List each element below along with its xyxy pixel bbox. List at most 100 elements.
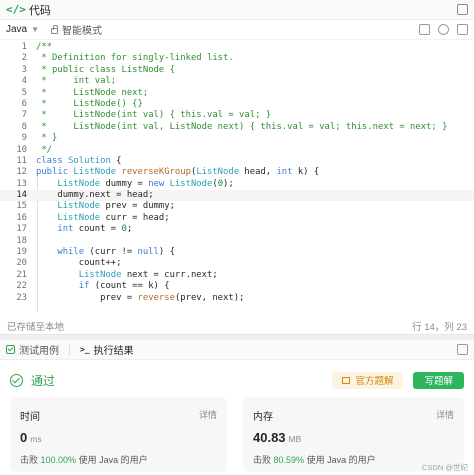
code-panel: </> 代码 Java ▼ 智能模式 1/** 2 * Definition fo…	[0, 0, 474, 335]
code-line[interactable]: 23 prev = reverse(prev, next);	[0, 293, 474, 304]
code-line[interactable]: 7 * ListNode(int val) { this.val = val; …	[0, 110, 474, 121]
code-line[interactable]: 14 dummy.next = head;	[0, 190, 474, 202]
code-text: public ListNode reverseKGroup(ListNode h…	[36, 167, 320, 178]
smart-mode-label: 智能模式	[62, 26, 103, 37]
line-number: 13	[16, 178, 27, 189]
write-solution-label: 写题解	[424, 376, 453, 387]
expand-icon[interactable]	[457, 344, 468, 355]
line-number: 14	[16, 190, 27, 201]
tab-run-result[interactable]: >_ 执行结果	[80, 342, 134, 357]
code-line[interactable]: 5 * ListNode next;	[0, 88, 474, 99]
result-status-row: 通过 官方题解 写题解	[10, 370, 464, 390]
code-text: * ListNode next;	[36, 87, 149, 98]
runtime-detail-link[interactable]: 详情	[199, 408, 217, 421]
code-text: * public class ListNode {	[36, 64, 175, 75]
line-number: 22	[16, 281, 27, 292]
code-line[interactable]: 13 ListNode dummy = new ListNode(0);	[0, 179, 474, 190]
code-line[interactable]: 3 * public class ListNode {	[0, 65, 474, 76]
code-line[interactable]: 10 */	[0, 145, 474, 156]
code-text: if (count == k) {	[78, 281, 170, 292]
runtime-label: 时间	[20, 412, 40, 423]
line-number: 21	[16, 269, 27, 280]
save-status: 已存储至本地	[7, 322, 65, 333]
code-line[interactable]: 20 count++;	[0, 258, 474, 269]
code-text: while (curr != null) {	[57, 247, 175, 258]
code-text: class Solution {	[36, 155, 122, 166]
editor-status-bar: 已存储至本地 行 14，列 23	[0, 318, 474, 334]
line-number: 7	[21, 110, 27, 121]
terminal-icon: >_	[80, 345, 90, 354]
result-tabs: 测试用例 >_ 执行结果	[0, 340, 474, 360]
code-line[interactable]: 8 * ListNode(int val, ListNode next) { t…	[0, 122, 474, 133]
code-line[interactable]: 6 * ListNode() {}	[0, 99, 474, 110]
language-select[interactable]: Java ▼	[6, 24, 39, 35]
write-solution-button[interactable]: 写题解	[413, 371, 464, 389]
memory-detail-link[interactable]: 详情	[436, 408, 454, 421]
code-text: * Definition for singly-linked list.	[36, 53, 234, 64]
code-text: count++;	[36, 258, 122, 269]
code-line[interactable]: 4 * int val;	[0, 76, 474, 87]
code-line[interactable]: 22 if (count == k) {	[0, 281, 474, 292]
line-number: 2	[21, 53, 27, 64]
line-number: 1	[21, 42, 27, 52]
chevron-down-icon: ▼	[31, 25, 40, 34]
code-line[interactable]: 19 while (curr != null) {	[0, 247, 474, 258]
code-line[interactable]: 15 ListNode prev = dummy;	[0, 201, 474, 212]
reset-icon[interactable]	[438, 24, 449, 35]
line-number: 15	[16, 201, 27, 212]
line-number: 23	[16, 292, 27, 303]
code-text: prev = reverse(prev, next);	[36, 292, 245, 303]
line-number: 4	[21, 76, 27, 87]
line-number: 12	[16, 167, 27, 178]
result-status: 通过	[31, 373, 56, 388]
runtime-value: 0	[20, 430, 28, 445]
line-number: 20	[16, 258, 27, 269]
tab-test-cases-label: 测试用例	[19, 346, 59, 357]
code-line[interactable]: 2 * Definition for singly-linked list.	[0, 53, 474, 64]
code-line[interactable]: 12 public ListNode reverseKGroup(ListNode…	[0, 167, 474, 178]
checkbox-icon	[6, 345, 15, 354]
runtime-beats-prefix: 击败	[20, 455, 39, 465]
book-icon	[342, 376, 351, 384]
cursor-position: 行 14，列 23	[412, 322, 467, 333]
expand-icon[interactable]	[457, 24, 468, 35]
line-number: 9	[21, 133, 27, 144]
memory-card[interactable]: 内存 详情 40.83 MB 击败 80.59% 使用 Java 的用户	[243, 397, 464, 472]
bookmark-icon[interactable]	[419, 24, 430, 35]
language-label: Java	[6, 24, 28, 35]
official-solution-label: 官方题解	[355, 376, 394, 387]
code-line[interactable]: 21 ListNode next = curr.next;	[0, 270, 474, 281]
code-text: * ListNode(int val, ListNode next) { thi…	[36, 121, 448, 132]
result-panel: 测试用例 >_ 执行结果 通过 官方题解 写题解 时间 详情 0 ms 击败 10…	[0, 340, 474, 475]
tab-test-cases[interactable]: 测试用例	[6, 342, 59, 357]
watermark: CSDN @世纪	[422, 463, 468, 472]
code-line[interactable]: 16 ListNode curr = head;	[0, 213, 474, 224]
code-line[interactable]: 11 class Solution {	[0, 156, 474, 167]
code-line[interactable]: 1 /**	[0, 42, 474, 53]
code-line[interactable]: 9 * }	[0, 133, 474, 144]
line-number: 19	[16, 247, 27, 258]
smart-mode-toggle[interactable]: 智能模式	[51, 22, 102, 37]
lock-icon	[51, 25, 59, 34]
code-line[interactable]: 18	[0, 236, 474, 247]
code-text: dummy.next = head;	[36, 190, 154, 201]
code-icon: </>	[6, 3, 26, 16]
code-text: ListNode dummy = new ListNode(0);	[57, 178, 234, 189]
code-text: * ListNode() {}	[36, 98, 143, 109]
code-editor[interactable]: 1/** 2 * Definition for singly-linked lis…	[0, 42, 474, 312]
official-solution-button[interactable]: 官方题解	[332, 371, 404, 389]
runtime-beats-pct: 100.00%	[40, 455, 77, 465]
memory-beats-suffix: 使用 Java 的用户	[306, 455, 376, 465]
runtime-card[interactable]: 时间 详情 0 ms 击败 100.00% 使用 Java 的用户	[10, 397, 227, 472]
code-text: int count = 0;	[57, 224, 133, 235]
code-text: ListNode curr = head;	[57, 212, 170, 223]
maximize-icon[interactable]	[457, 4, 468, 15]
code-text: ListNode prev = dummy;	[57, 201, 175, 212]
check-circle-icon	[10, 373, 23, 387]
memory-beats-prefix: 击败	[253, 455, 272, 465]
code-text: ListNode next = curr.next;	[78, 269, 218, 280]
line-number: 11	[16, 155, 27, 166]
code-line[interactable]: 17 int count = 0;	[0, 224, 474, 235]
tab-run-result-label: 执行结果	[93, 346, 134, 357]
line-number: 18	[16, 235, 27, 246]
